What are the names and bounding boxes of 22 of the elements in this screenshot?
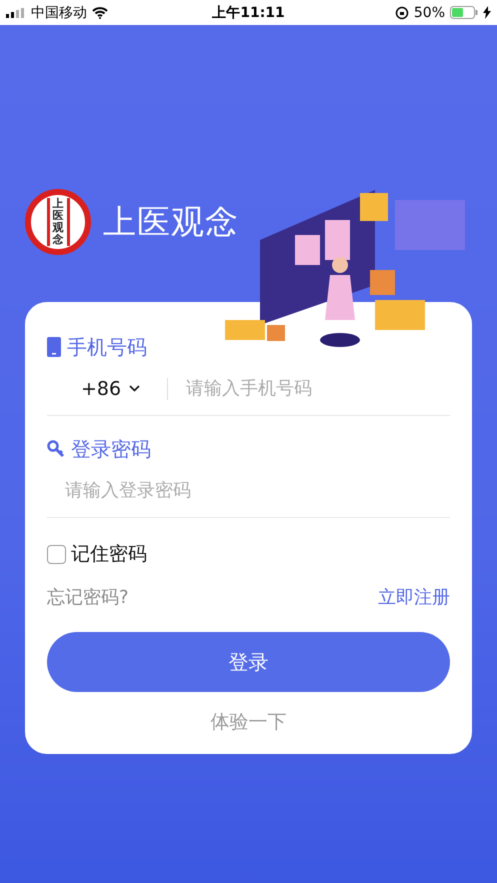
login-button[interactable]: 登录 [47,632,450,692]
logo-text: 上医观念 [52,198,64,246]
carrier-text: 中国移动 [31,4,87,22]
wifi-icon [92,6,108,18]
remember-checkbox[interactable] [47,544,66,564]
key-icon [47,440,65,458]
signal-icon [6,8,26,18]
chevron-down-icon [129,385,140,392]
register-link[interactable]: 立即注册 [378,585,450,609]
clock-time: 上午11:11 [212,4,285,22]
trial-button[interactable]: 体验一下 [204,708,292,736]
phone-icon [47,337,61,357]
forgot-password-link[interactable]: 忘记密码? [47,585,129,609]
phone-label: 手机号码 [67,334,147,360]
battery-icon [450,6,478,19]
country-code-select[interactable]: +86 [47,378,167,400]
password-label: 登录密码 [71,436,151,462]
battery-percent: 50% [414,4,446,20]
charging-icon [483,6,492,19]
brand-name: 上医观念 [103,200,239,242]
rotation-lock-icon [394,6,409,20]
remember-label: 记住密码 [71,542,147,567]
